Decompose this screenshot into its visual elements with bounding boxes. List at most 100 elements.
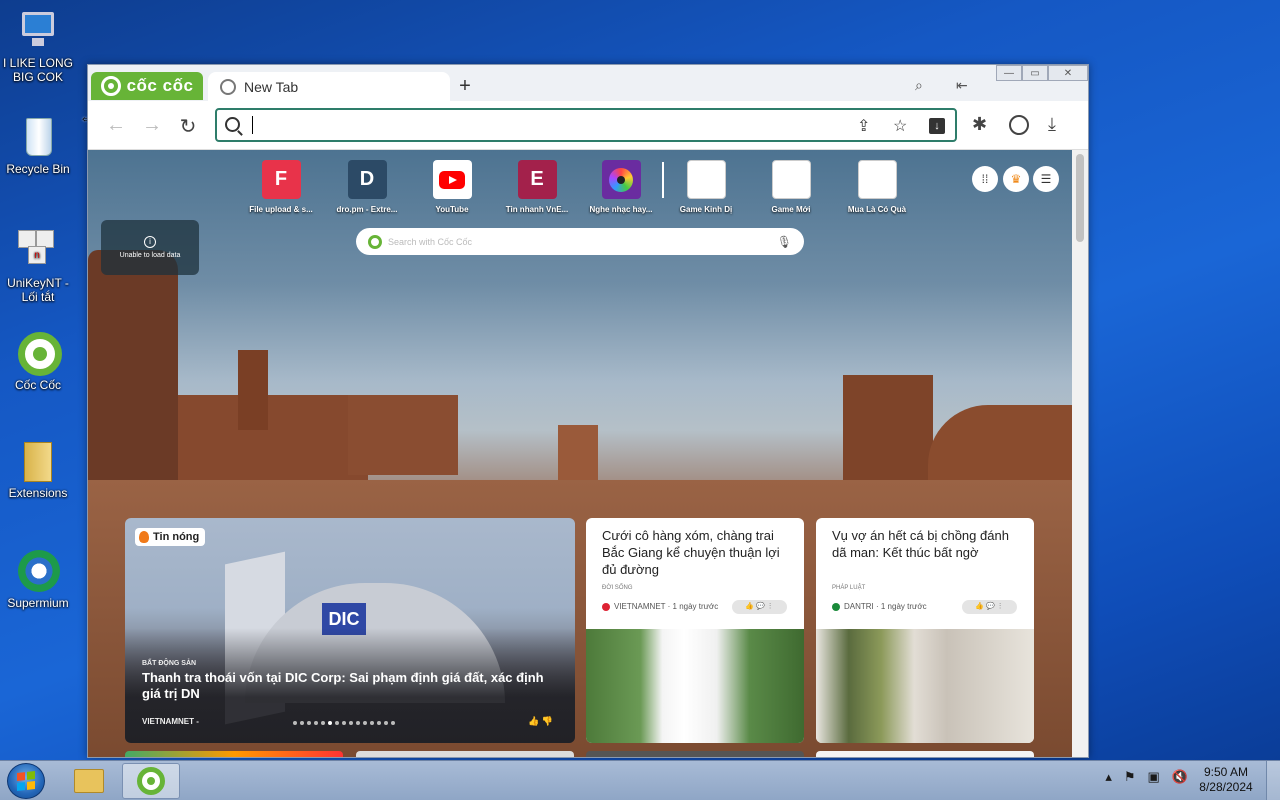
recycle-bin-icon — [16, 114, 60, 158]
desktop-icon-label: UniKeyNT - Lối tắt — [7, 276, 69, 304]
tray-expand-icon[interactable]: ▴ — [1105, 769, 1112, 785]
close-button[interactable]: ✕ — [1048, 65, 1088, 81]
desktop-icon-label: Extensions — [8, 486, 68, 500]
start-button[interactable] — [7, 763, 45, 799]
page-scrollbar[interactable] — [1072, 150, 1088, 757]
supermium-icon — [16, 548, 60, 592]
shortcut-label: YouTube — [435, 205, 469, 214]
restore-button[interactable]: ▭ — [1022, 65, 1048, 81]
rock-formation — [558, 425, 598, 485]
folder-icon — [16, 438, 60, 482]
shortcut-label: Game Kinh Dị — [679, 205, 733, 214]
folder-icon — [74, 769, 104, 793]
new-tab-button[interactable]: + — [454, 75, 476, 98]
text-caret — [252, 116, 253, 134]
browser-window: cốc cốc New Tab + ⌕ ⇤ — ▭ ✕ ← → ↻ ⇪ ☆ ↓ … — [87, 64, 1089, 758]
desktop-icon-computer[interactable]: I LIKE LONG BIG COK — [0, 8, 76, 84]
brand-label: cốc cốc — [126, 76, 194, 95]
settings-sliders-icon[interactable]: ☰ — [1033, 166, 1059, 192]
new-tab-page: F File upload & s... D dro.pm - Extre...… — [88, 150, 1072, 757]
reaction-pill[interactable]: 👍 💬 ⋮ — [732, 600, 787, 614]
reaction-pill[interactable]: 👍 💬 ⋮ — [962, 600, 1017, 614]
sidebar-toggle-icon[interactable]: ⇤ — [956, 77, 968, 94]
download-page-icon[interactable]: ↓ — [929, 118, 945, 134]
source-logo-icon — [602, 602, 610, 611]
shortcut-tile: D — [347, 160, 387, 199]
desktop-icon-coccoc[interactable]: Cốc Cốc — [0, 330, 76, 392]
extensions-icon[interactable]: ✱ — [972, 114, 987, 135]
shortcut-game-moi[interactable]: Game Mới — [751, 160, 831, 214]
news-card-peek — [816, 751, 1034, 757]
clock-time: 9:50 AM — [1203, 765, 1249, 779]
shortcut-mua-la-co-qua[interactable]: Mua Là Có Quà — [837, 160, 917, 214]
shortcut-divider — [662, 162, 664, 198]
scrollbar-thumb[interactable] — [1076, 154, 1084, 242]
shortcut-label: Game Mới — [771, 205, 811, 214]
downloads-icon[interactable]: ⤓ — [1048, 114, 1056, 135]
news-title[interactable]: Cưới cô hàng xóm, chàng trai Bắc Giang k… — [602, 527, 792, 578]
show-desktop-button[interactable] — [1266, 761, 1280, 800]
desktop-icon-extensions[interactable]: Extensions — [0, 438, 76, 500]
unable-text: Unable to load data — [119, 252, 181, 259]
shortcut-youtube[interactable]: YouTube — [412, 160, 492, 214]
like-dislike-icons[interactable]: 👍 👎 — [528, 716, 553, 727]
news-source: VIETNAMNET · 1 ngày trước — [602, 602, 718, 611]
desktop-icon-supermium[interactable]: Supermium — [0, 548, 76, 610]
music-icon — [601, 160, 641, 199]
bookmark-star-icon[interactable]: ☆ — [893, 116, 907, 136]
news-title[interactable]: Thanh tra thoái vốn tại DIC Corp: Sai ph… — [142, 670, 562, 702]
profile-icon[interactable] — [1009, 115, 1029, 135]
rock-formation — [843, 375, 933, 495]
apps-grid-icon[interactable]: ⁞⁞ — [972, 166, 998, 192]
news-category: PHÁP LUẬT — [832, 585, 866, 591]
minimize-button[interactable]: — — [996, 65, 1022, 81]
network-icon[interactable]: ▣ — [1148, 769, 1160, 785]
taskbar-coccoc[interactable] — [122, 763, 180, 799]
action-center-flag-icon[interactable]: ⚑ — [1124, 769, 1136, 785]
shortcut-file-upload[interactable]: F File upload & s... — [241, 160, 321, 214]
news-title[interactable]: Vụ vợ án hết cá bị chồng đánh dã man: Kế… — [832, 527, 1022, 561]
desktop-icon-unikey[interactable]: n UniKeyNT - Lối tắt — [0, 228, 76, 304]
news-card[interactable]: Cưới cô hàng xóm, chàng trai Bắc Giang k… — [586, 518, 804, 743]
crown-icon[interactable]: ♛ — [1003, 166, 1029, 192]
coccoc-brand-button[interactable]: cốc cốc — [91, 72, 203, 100]
shortcut-dro-pm[interactable]: D dro.pm - Extre... — [327, 160, 407, 214]
shortcut-tile — [686, 160, 726, 199]
system-clock[interactable]: 9:50 AM 8/28/2024 — [1196, 765, 1256, 795]
desktop-icon-label: Recycle Bin — [6, 162, 70, 176]
back-button[interactable]: ← — [104, 114, 128, 137]
shortcut-vnexpress[interactable]: E Tin nhanh VnE... — [497, 160, 577, 214]
shortcut-tile — [857, 160, 897, 199]
forward-button[interactable]: → — [140, 114, 164, 137]
info-icon: i — [144, 236, 156, 248]
shortcut-label: Tin nhanh VnE... — [505, 205, 569, 214]
news-card[interactable]: Vụ vợ án hết cá bị chồng đánh dã man: Kế… — [816, 518, 1034, 743]
tab-new-tab[interactable]: New Tab — [208, 72, 450, 101]
desktop-icon-label: I LIKE LONG BIG COK — [2, 56, 74, 84]
shortcut-label: dro.pm - Extre... — [336, 205, 398, 214]
taskbar-explorer[interactable] — [60, 763, 118, 799]
shortcut-label: File upload & s... — [249, 205, 313, 214]
microphone-icon[interactable]: 🎙 — [777, 235, 792, 249]
carousel-dots[interactable] — [293, 721, 395, 725]
weather-widget[interactable]: i Unable to load data — [101, 220, 199, 275]
shortcut-music[interactable]: Nghe nhạc hay... — [581, 160, 661, 214]
unikey-icon: n — [16, 228, 60, 272]
clock-date: 8/28/2024 — [1199, 780, 1253, 794]
shortcut-game-kinh-di[interactable]: Game Kinh Dị — [666, 160, 746, 214]
reload-button[interactable]: ↻ — [176, 114, 200, 139]
taskbar: ▴ ⚑ ▣ 🔇 9:50 AM 8/28/2024 — [0, 760, 1280, 800]
news-source: VIETNAMNET - — [142, 717, 199, 726]
toolbar: ← → ↻ ⇪ ☆ ↓ ✱ ⤓ — [88, 101, 1088, 150]
featured-news-card[interactable]: DIC Tin nóng BẤT ĐỘNG SẢN Thanh tra thoá… — [125, 518, 575, 743]
desktop-icon-recycle-bin[interactable]: Recycle Bin — [0, 114, 76, 176]
news-category: BẤT ĐỘNG SẢN — [142, 660, 197, 667]
ntp-search-box[interactable]: Search with Cốc Cốc 🎙 — [356, 228, 804, 255]
share-icon[interactable]: ⇪ — [857, 116, 870, 136]
coccoc-icon — [16, 330, 62, 376]
news-card-peek — [125, 751, 343, 757]
desktop-icon-label: Cốc Cốc — [14, 378, 61, 392]
address-bar[interactable]: ⇪ ☆ ↓ — [215, 108, 957, 142]
volume-muted-icon[interactable]: 🔇 — [1172, 769, 1188, 785]
tab-search-icon[interactable]: ⌕ — [915, 77, 923, 94]
